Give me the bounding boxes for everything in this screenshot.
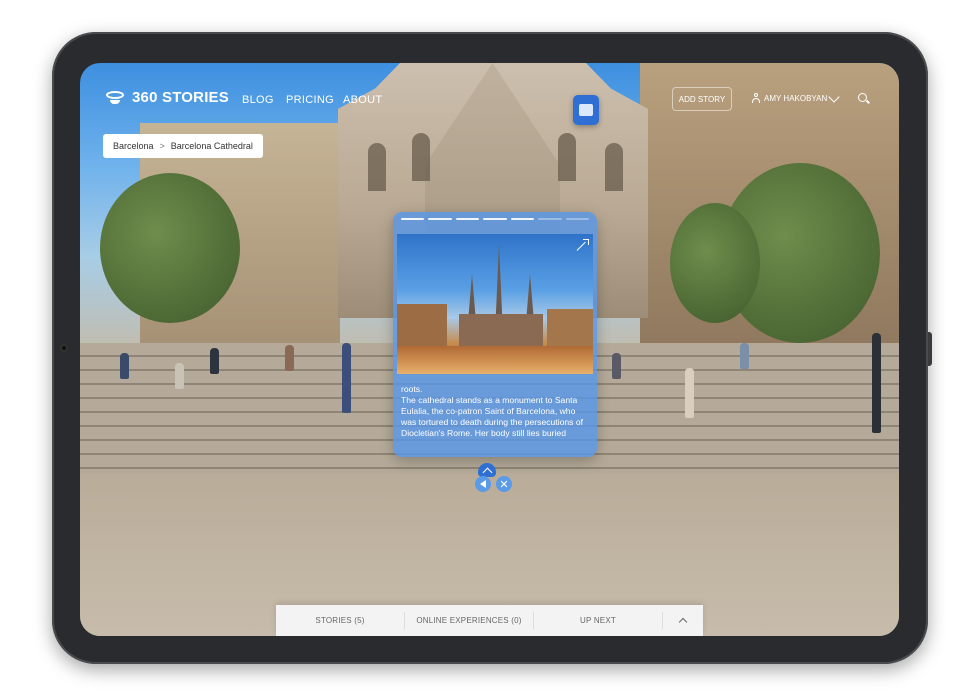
story-text-line: roots. bbox=[401, 384, 423, 394]
story-card[interactable]: roots. The cathedral stands as a monumen… bbox=[393, 212, 597, 457]
progress-segment bbox=[538, 218, 562, 220]
app-logo[interactable]: 360 STORIES bbox=[106, 89, 229, 106]
chevron-down-icon[interactable] bbox=[828, 91, 840, 103]
nav-link-about[interactable]: ABOUT bbox=[343, 94, 382, 106]
cathedral-window bbox=[412, 133, 430, 181]
front-camera bbox=[60, 344, 68, 352]
visitor-figure bbox=[342, 343, 351, 413]
close-button[interactable]: ✕ bbox=[496, 476, 512, 492]
progress-segment bbox=[401, 218, 425, 220]
background-tree bbox=[100, 173, 240, 323]
progress-segment bbox=[510, 218, 535, 220]
progress-segment bbox=[565, 218, 589, 220]
progress-segment bbox=[428, 218, 452, 220]
story-text-line: was tortured to death during the persecu… bbox=[401, 417, 584, 427]
tab-up-next[interactable]: UP NEXT bbox=[534, 612, 663, 629]
story-text-line: Diocletian's Rome. Her body still lies b… bbox=[401, 428, 566, 438]
chevron-up-icon bbox=[678, 617, 688, 626]
photo-facade bbox=[459, 314, 543, 349]
add-story-button[interactable]: ADD STORY bbox=[672, 87, 732, 111]
photo-plaza bbox=[397, 346, 593, 374]
logo-icon bbox=[106, 90, 124, 105]
cathedral-window bbox=[368, 143, 386, 191]
app-screen[interactable]: 360 STORIES BLOG PRICING ABOUT ADD STORY… bbox=[80, 63, 899, 636]
visitor-figure bbox=[740, 343, 749, 369]
close-icon: ✕ bbox=[499, 478, 509, 491]
user-name: AMY HAKOBYAN bbox=[764, 93, 828, 103]
user-menu[interactable]: AMY HAKOBYAN bbox=[752, 93, 827, 103]
map-icon bbox=[579, 104, 593, 116]
top-navigation: 360 STORIES BLOG PRICING ABOUT ADD STORY… bbox=[80, 63, 899, 123]
speaker-icon bbox=[480, 480, 486, 488]
photo-building bbox=[397, 304, 447, 349]
breadcrumb-item-place[interactable]: Barcelona Cathedral bbox=[171, 141, 253, 151]
visitor-figure bbox=[612, 353, 621, 379]
visitor-figure bbox=[210, 348, 219, 374]
map-view-button[interactable] bbox=[573, 95, 599, 125]
nav-link-pricing[interactable]: PRICING bbox=[286, 94, 334, 106]
visitor-figure bbox=[685, 368, 694, 418]
nav-link-blog[interactable]: BLOG bbox=[242, 94, 274, 106]
visitor-figure bbox=[872, 333, 881, 433]
breadcrumb: Barcelona > Barcelona Cathedral bbox=[103, 134, 263, 158]
expand-icon[interactable] bbox=[577, 239, 589, 250]
user-icon bbox=[752, 93, 760, 103]
tab-online-experiences[interactable]: ONLINE EXPERIENCES (0) bbox=[405, 612, 534, 629]
logo-text: 360 STORIES bbox=[132, 89, 229, 106]
background-tree bbox=[670, 203, 760, 323]
visitor-figure bbox=[120, 353, 129, 379]
expand-bar-button[interactable] bbox=[663, 612, 703, 630]
tab-stories[interactable]: STORIES (5) bbox=[276, 612, 405, 629]
breadcrumb-separator: > bbox=[159, 141, 165, 151]
story-text-line: Eulalia, the co-patron Saint of Barcelon… bbox=[401, 406, 576, 416]
bottom-tab-bar: STORIES (5) ONLINE EXPERIENCES (0) UP NE… bbox=[276, 605, 703, 636]
story-text-line: The cathedral stands as a monument to Sa… bbox=[401, 395, 578, 405]
cathedral-window bbox=[558, 133, 576, 181]
story-photo bbox=[397, 234, 593, 374]
breadcrumb-item-city[interactable]: Barcelona bbox=[113, 141, 154, 151]
visitor-figure bbox=[285, 345, 294, 371]
cathedral-window bbox=[605, 143, 623, 191]
photo-building bbox=[547, 309, 593, 349]
search-icon[interactable] bbox=[858, 93, 867, 102]
scroll-up-button[interactable] bbox=[478, 463, 496, 477]
story-progress bbox=[401, 218, 589, 220]
story-text: roots. The cathedral stands as a monumen… bbox=[401, 384, 591, 439]
progress-segment bbox=[455, 218, 480, 220]
sound-button[interactable] bbox=[475, 476, 491, 492]
progress-segment bbox=[483, 218, 507, 220]
visitor-figure bbox=[175, 363, 184, 389]
